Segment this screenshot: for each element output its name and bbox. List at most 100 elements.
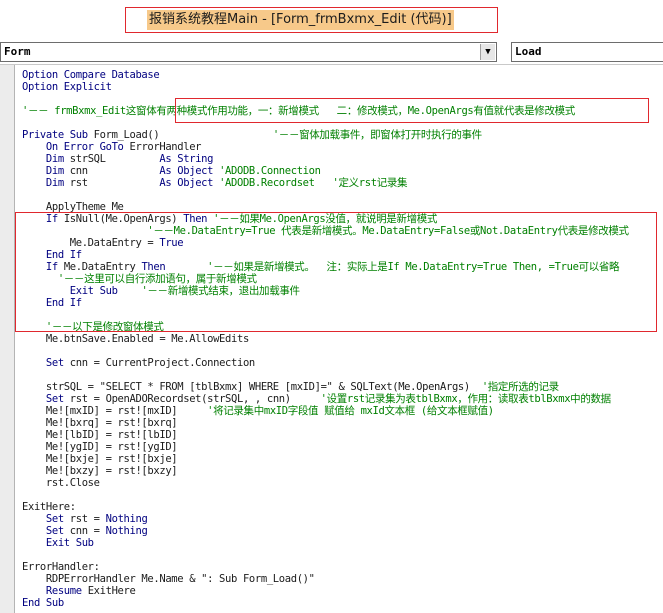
code-text: ErrorHandler: — [22, 561, 100, 573]
code-text: Me.DataEntry = — [22, 237, 160, 249]
code-line[interactable]: Set rst = OpenADORecordset(strSQL, , cnn… — [22, 393, 611, 405]
code-line[interactable]: Set cnn = CurrentProject.Connection — [22, 357, 255, 369]
code-line[interactable]: Me![ygID] = rst![ygID] — [22, 441, 178, 453]
code-comment: '－－如果Me.OpenArgs没值，就说明是新增模式 — [213, 213, 438, 225]
code-line[interactable]: Me.btnSave.Enabled = Me.AllowEdits — [22, 333, 249, 345]
code-line[interactable]: Set rst = Nothing — [22, 513, 148, 525]
code-line[interactable]: '－－以下是修改窗体模式 — [22, 321, 164, 333]
code-line[interactable]: Exit Sub — [22, 537, 94, 549]
code-keyword: Nothing — [105, 525, 148, 537]
code-text: strSQL = "SELECT * FROM [tblBxmx] WHERE … — [22, 381, 482, 393]
code-line[interactable]: Me![bxzy] = rst![bxzy] — [22, 465, 178, 477]
code-text: cnn = CurrentProject.Connection — [69, 357, 255, 369]
code-line[interactable]: '－－ frmBxmx_Edit这窗体有两种模式作用功能，一：新增模式 二：修改… — [22, 105, 575, 117]
code-editor[interactable]: Option Compare Database Option Explicit '－… — [0, 64, 663, 613]
code-text: Me.DataEntry — [63, 261, 142, 273]
code-line[interactable]: Set cnn = Nothing — [22, 525, 148, 537]
code-keyword: Set — [22, 513, 70, 525]
code-line[interactable]: If IsNull(Me.OpenArgs) Then '－－如果Me.Open… — [22, 213, 438, 225]
code-keyword: Option Explicit — [22, 81, 112, 93]
code-line[interactable]: ExitHere: — [22, 501, 76, 513]
code-text: strSQL — [69, 153, 160, 165]
procedure-combo[interactable]: Load — [511, 42, 663, 62]
code-keyword: If — [22, 213, 64, 225]
code-keyword: Dim — [22, 177, 70, 189]
code-text: ExitHere: — [22, 501, 76, 513]
code-line[interactable]: Dim strSQL As String — [22, 153, 214, 165]
object-combo[interactable]: Form ▼ — [0, 42, 497, 62]
code-line[interactable]: End Sub — [22, 597, 64, 609]
code-keyword: Set — [22, 525, 70, 537]
object-combo-dropdown-icon[interactable]: ▼ — [480, 44, 495, 60]
code-line[interactable]: Dim cnn As Object 'ADODB.Connection — [22, 165, 321, 177]
code-line[interactable]: End If — [22, 297, 82, 309]
code-text: rst — [69, 177, 160, 189]
code-text: Me![bxzy] = rst![bxzy] — [22, 465, 178, 477]
code-keyword: Then — [183, 213, 214, 225]
procedure-combo-value: Load — [515, 45, 542, 58]
code-text: ApplyTheme Me — [22, 201, 124, 213]
code-line[interactable]: Exit Sub '－－新增模式结束，退出加载事件 — [22, 285, 300, 297]
code-text: rst.Close — [22, 477, 100, 489]
code-keyword: True — [159, 237, 184, 249]
code-keyword: End Sub — [22, 597, 64, 609]
code-keyword: Dim — [22, 165, 70, 177]
code-keyword: On Error GoTo — [22, 141, 130, 153]
code-keyword: End If — [22, 249, 82, 261]
code-text: Me![ygID] = rst![ygID] — [22, 441, 178, 453]
code-comment: '－－以下是修改窗体模式 — [22, 321, 164, 333]
code-keyword: Option Compare Database — [22, 69, 160, 81]
code-text: cnn = — [69, 525, 106, 537]
code-line[interactable]: On Error GoTo ErrorHandler — [22, 141, 202, 153]
code-comment: '－－窗体加载事件，即窗体打开时执行的事件 — [159, 129, 482, 141]
code-text: ErrorHandler — [129, 141, 202, 153]
code-text: Me![bxrq] = rst![bxrq] — [22, 417, 178, 429]
code-line[interactable]: Me![bxrq] = rst![bxrq] — [22, 417, 178, 429]
code-keyword: Set — [22, 357, 70, 369]
code-text: Me![mxID] = rst![mxID] — [22, 405, 208, 417]
code-comment: '－－这里可以自行添加语句，属于新增模式 — [22, 273, 257, 285]
code-line[interactable]: Me![lbID] = rst![lbID] — [22, 429, 178, 441]
title-bar: 报销系统教程Main - [Form_frmBxmx_Edit (代码)] — [0, 0, 663, 40]
code-line[interactable]: ErrorHandler: — [22, 561, 100, 573]
code-line[interactable]: Option Explicit — [22, 81, 112, 93]
code-line[interactable]: rst.Close — [22, 477, 100, 489]
code-keyword: Exit Sub — [22, 285, 142, 297]
code-text: Me.btnSave.Enabled = Me.AllowEdits — [22, 333, 249, 345]
code-comment: '－－Me.DataEntry=True 代表是新增模式。Me.DataEntr… — [22, 225, 629, 237]
code-comment: '－－ frmBxmx_Edit这窗体有两种模式作用功能，一：新增模式 二：修改… — [22, 105, 575, 117]
code-keyword: As String — [159, 153, 214, 165]
code-comment: 'ADODB.Connection — [219, 165, 321, 177]
code-text: ExitHere — [87, 585, 136, 597]
code-keyword: If — [22, 261, 64, 273]
code-keyword: Exit Sub — [22, 537, 94, 549]
code-line[interactable]: Me![bxje] = rst![bxje] — [22, 453, 178, 465]
code-line[interactable]: If Me.DataEntry Then '－－如果是新增模式。 注：实际上是I… — [22, 261, 620, 273]
editor-margin — [0, 65, 15, 613]
code-text: RDPErrorHandler Me.Name & ": Sub Form_Lo… — [22, 573, 315, 585]
code-keyword: As Object — [159, 177, 220, 189]
code-line[interactable]: '－－Me.DataEntry=True 代表是新增模式。Me.DataEntr… — [22, 225, 629, 237]
code-comment: '－－如果是新增模式。 注：实际上是If Me.DataEntry=True T… — [207, 261, 620, 273]
code-line[interactable]: '－－这里可以自行添加语句，属于新增模式 — [22, 273, 257, 285]
code-text: Me![bxje] = rst![bxje] — [22, 453, 178, 465]
code-line[interactable]: Me.DataEntry = True — [22, 237, 184, 249]
code-line[interactable]: Option Compare Database — [22, 69, 160, 81]
code-line[interactable]: Private Sub Form_Load() '－－窗体加载事件，即窗体打开时… — [22, 129, 482, 141]
code-line[interactable]: Resume ExitHere — [22, 585, 136, 597]
code-text: rst = OpenADORecordset(strSQL, , cnn) — [69, 393, 321, 405]
code-line[interactable]: End If — [22, 249, 82, 261]
code-text: Me![lbID] = rst![lbID] — [22, 429, 178, 441]
code-line[interactable]: ApplyTheme Me — [22, 201, 124, 213]
code-line[interactable]: Dim rst As Object 'ADODB.Recordset '定义rs… — [22, 177, 408, 189]
code-comment: '指定所选的记录 — [481, 381, 559, 393]
code-keyword: End If — [22, 297, 82, 309]
code-keyword: Private Sub — [22, 129, 94, 141]
code-line[interactable]: Me![mxID] = rst![mxID] '将记录集中mxID字段值 赋值给… — [22, 405, 494, 417]
code-line[interactable]: RDPErrorHandler Me.Name & ": Sub Form_Lo… — [22, 573, 315, 585]
code-keyword: As Object — [159, 165, 220, 177]
code-keyword: Set — [22, 393, 70, 405]
code-line[interactable]: strSQL = "SELECT * FROM [tblBxmx] WHERE … — [22, 381, 559, 393]
code-comment: 'ADODB.Recordset '定义rst记录集 — [219, 177, 408, 189]
code-text: rst = — [69, 513, 106, 525]
